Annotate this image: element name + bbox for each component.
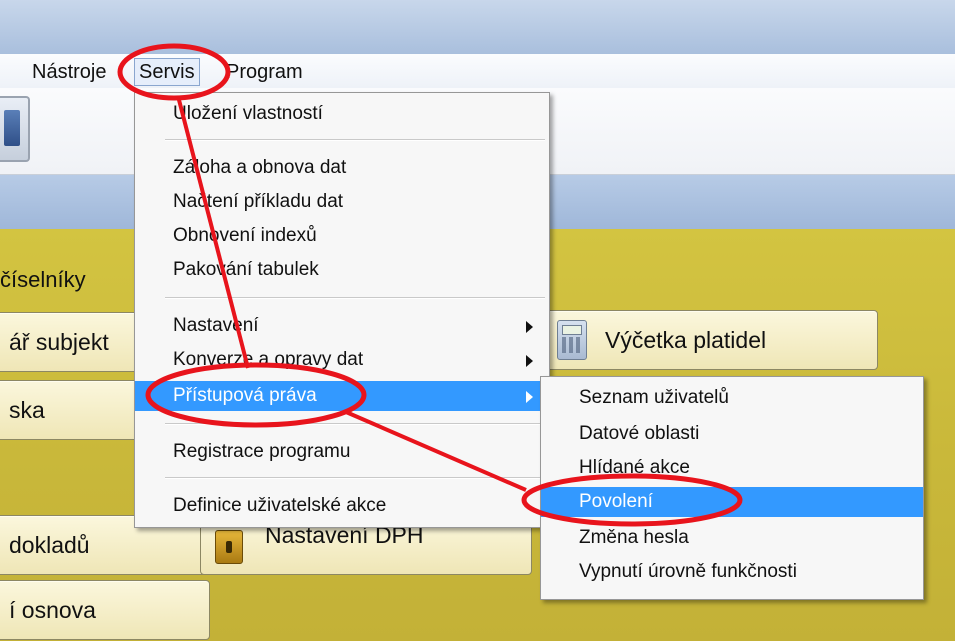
toolbar-icon [4, 110, 20, 146]
window-title-bar [0, 0, 955, 54]
menu-servis[interactable]: Servis [134, 58, 200, 86]
menu-item-pristupova-prava[interactable]: Přístupová práva [135, 381, 549, 411]
calculator-icon [557, 320, 587, 360]
menu-item-nacteni-prikladu[interactable]: Načtení příkladu dat [135, 187, 549, 217]
menu-item-label: Registrace programu [173, 441, 351, 462]
submenu-arrow-icon [526, 355, 533, 367]
menu-item-obnoveni-indexu[interactable]: Obnovení indexů [135, 221, 549, 251]
menu-bar: Nástroje Servis Program [0, 54, 955, 89]
submenu-item-datove-oblasti[interactable]: Datové oblasti [541, 419, 923, 449]
menu-item-zaloha-obnova[interactable]: Záloha a obnova dat [135, 153, 549, 183]
submenu-arrow-icon [526, 321, 533, 333]
vycetka-platidel-button[interactable]: Výčetka platidel [546, 310, 878, 370]
submenu-arrow-icon [526, 391, 533, 403]
menu-separator [165, 297, 545, 299]
submenu-item-hlidane-akce[interactable]: Hlídané akce [541, 453, 923, 483]
submenu-item-label: Změna hesla [579, 527, 689, 548]
submenu-item-label: Vypnutí úrovně funkčnosti [579, 561, 797, 582]
toolbar-button[interactable] [0, 96, 30, 162]
section-label-ciselniky: číselníky [0, 267, 86, 292]
menu-item-ulozeni-vlastnosti[interactable]: Uložení vlastností [135, 99, 549, 129]
menu-item-label: Uložení vlastností [173, 103, 323, 124]
menu-nastroje[interactable]: Nástroje [32, 61, 106, 84]
menu-item-pakovani-tabulek[interactable]: Pakování tabulek [135, 255, 549, 285]
menu-item-registrace-programu[interactable]: Registrace programu [135, 437, 549, 467]
submenu-item-label: Povolení [579, 491, 653, 512]
lock-icon [215, 530, 243, 564]
menu-item-label: Definice uživatelské akce [173, 495, 387, 516]
menu-item-label: Pakování tabulek [173, 259, 319, 280]
menu-item-definice-uzivatelske-akce[interactable]: Definice uživatelské akce [135, 491, 549, 521]
menu-separator [165, 423, 545, 425]
menu-item-label: Záloha a obnova dat [173, 157, 347, 178]
menu-item-label: Přístupová práva [173, 385, 317, 406]
menu-item-label: Konverze a opravy dat [173, 349, 364, 370]
menu-item-label: Obnovení indexů [173, 225, 317, 246]
pristupova-prava-submenu: Seznam uživatelů Datové oblasti Hlídané … [540, 376, 924, 600]
submenu-item-label: Seznam uživatelů [579, 387, 729, 408]
osnova-button[interactable]: í osnova [0, 580, 210, 640]
menu-separator [165, 139, 545, 141]
submenu-item-label: Hlídané akce [579, 457, 690, 478]
submenu-item-vypnuti-urovne[interactable]: Vypnutí úrovně funkčnosti [541, 557, 923, 587]
menu-item-label: Nastavení [173, 315, 259, 336]
menu-separator [165, 477, 545, 479]
menu-item-label: Načtení příkladu dat [173, 191, 344, 212]
servis-dropdown-menu: Uložení vlastností Záloha a obnova dat N… [134, 92, 550, 528]
menu-item-konverze-opravy[interactable]: Konverze a opravy dat [135, 345, 549, 375]
submenu-item-povoleni[interactable]: Povolení [541, 487, 923, 517]
menu-program[interactable]: Program [226, 61, 303, 84]
vycetka-platidel-label: Výčetka platidel [605, 327, 767, 353]
submenu-item-seznam-uzivatelu[interactable]: Seznam uživatelů [541, 383, 923, 413]
submenu-item-label: Datové oblasti [579, 423, 700, 444]
submenu-item-zmena-hesla[interactable]: Změna hesla [541, 523, 923, 553]
menu-item-nastaveni[interactable]: Nastavení [135, 311, 549, 341]
